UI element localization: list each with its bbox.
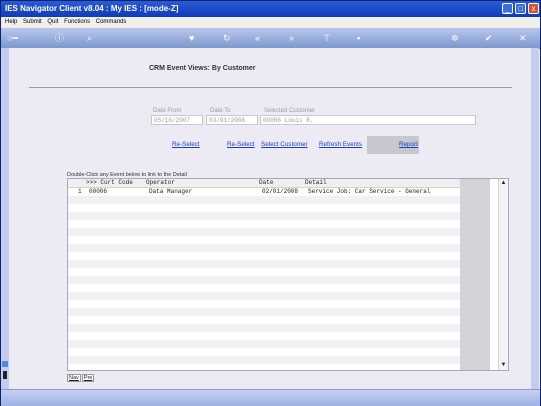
menu-submit[interactable]: Submit — [23, 17, 42, 27]
minimize-button[interactable]: _ — [502, 3, 513, 14]
settings-icon[interactable]: ✲ — [451, 32, 459, 44]
heart-icon[interactable]: ♥ — [189, 32, 194, 44]
bottom-tabs: Nav Pre — [67, 374, 95, 382]
events-grid[interactable]: >>> Curt Code Operator Date Detail 1 000… — [67, 178, 509, 371]
scroll-up-icon[interactable]: ▲ — [500, 180, 507, 187]
search-icon[interactable]: ⌕ — [87, 32, 92, 44]
date-to-field[interactable]: 03/01/2008 — [206, 115, 258, 125]
menu-bar: Help Submit Quit Functions Commands — [1, 17, 540, 27]
vertical-scrollbar[interactable]: ▲ ▼ — [498, 179, 508, 370]
tab-pre[interactable]: Pre — [81, 374, 95, 382]
selected-customer-label: Selected Customer — [264, 108, 316, 114]
scroll-down-icon[interactable]: ▼ — [500, 362, 507, 369]
status-bar — [1, 389, 540, 406]
info-side-icon[interactable] — [3, 371, 7, 379]
forward-icon[interactable]: » — [289, 32, 294, 44]
check-icon[interactable]: ✔ — [485, 32, 493, 44]
close-button[interactable]: x — [528, 3, 539, 14]
col-date[interactable]: Date — [259, 179, 273, 187]
filter-icon[interactable]: ⊤ — [323, 32, 331, 44]
maximize-button[interactable]: □ — [515, 3, 526, 14]
col-cust-code[interactable]: >>> Curt Code — [86, 179, 133, 187]
cell-code: 00006 — [89, 188, 108, 195]
right-margin — [531, 48, 539, 389]
title-bar: IES Navigator Client v8.04 : My IES : [m… — [1, 1, 540, 17]
window-title: IES Navigator Client v8.04 : My IES : [m… — [5, 4, 179, 13]
app-window: IES Navigator Client v8.04 : My IES : [m… — [0, 0, 541, 406]
row-number: 1 — [78, 188, 82, 195]
date-to-label: Date To — [210, 108, 231, 114]
cell-date: 02/01/2008 — [262, 188, 299, 195]
refresh-icon[interactable]: ↻ — [223, 32, 231, 44]
col-detail[interactable]: Detail — [305, 179, 327, 187]
grid-rows: 1 00006 Data Manager 02/01/2008 Service … — [68, 188, 460, 370]
side-nav — [2, 361, 10, 381]
table-row[interactable]: 1 00006 Data Manager 02/01/2008 Service … — [68, 188, 460, 196]
divider — [29, 87, 512, 88]
tab-nav[interactable]: Nav — [67, 374, 81, 382]
key-icon[interactable]: ○━ — [7, 32, 18, 44]
menu-functions[interactable]: Functions — [64, 17, 90, 27]
help-icon[interactable] — [2, 361, 8, 367]
toolbar-close-icon[interactable]: ✕ — [519, 32, 527, 44]
info-icon[interactable]: ⓘ — [55, 32, 64, 44]
save-icon[interactable]: ▪ — [357, 32, 360, 44]
reselect-dates-link[interactable]: Re-Select — [172, 141, 200, 148]
page-title: CRM Event Views: By Customer — [149, 65, 256, 72]
menu-help[interactable]: Help — [5, 17, 17, 27]
grid-gray-area — [460, 179, 490, 370]
menu-commands[interactable]: Commands — [96, 17, 127, 27]
refresh-events-link[interactable]: Refresh Events — [319, 141, 362, 148]
left-margin — [1, 48, 9, 389]
selected-customer-field[interactable]: 00006 Louis R. — [260, 115, 476, 125]
grid-header: >>> Curt Code Operator Date Detail — [68, 179, 460, 188]
toolbar: ○━ ⓘ ⌕ ♥ ↻ « » ⊤ ▪ ✲ ✔ ✕ — [1, 28, 540, 49]
date-from-label: Date From — [153, 108, 182, 114]
cell-operator: Data Manager — [149, 188, 193, 195]
col-operator[interactable]: Operator — [146, 179, 175, 187]
cell-detail: Service Job: Car Service - General — [308, 188, 431, 195]
report-link[interactable]: Report — [399, 141, 418, 148]
menu-quit[interactable]: Quit — [47, 17, 58, 27]
date-from-field[interactable]: 05/10/2007 — [151, 115, 203, 125]
select-customer-link[interactable]: Select Customer — [261, 141, 308, 148]
back-icon[interactable]: « — [255, 32, 260, 44]
reselect-customer-link[interactable]: Re-Select — [227, 141, 255, 148]
